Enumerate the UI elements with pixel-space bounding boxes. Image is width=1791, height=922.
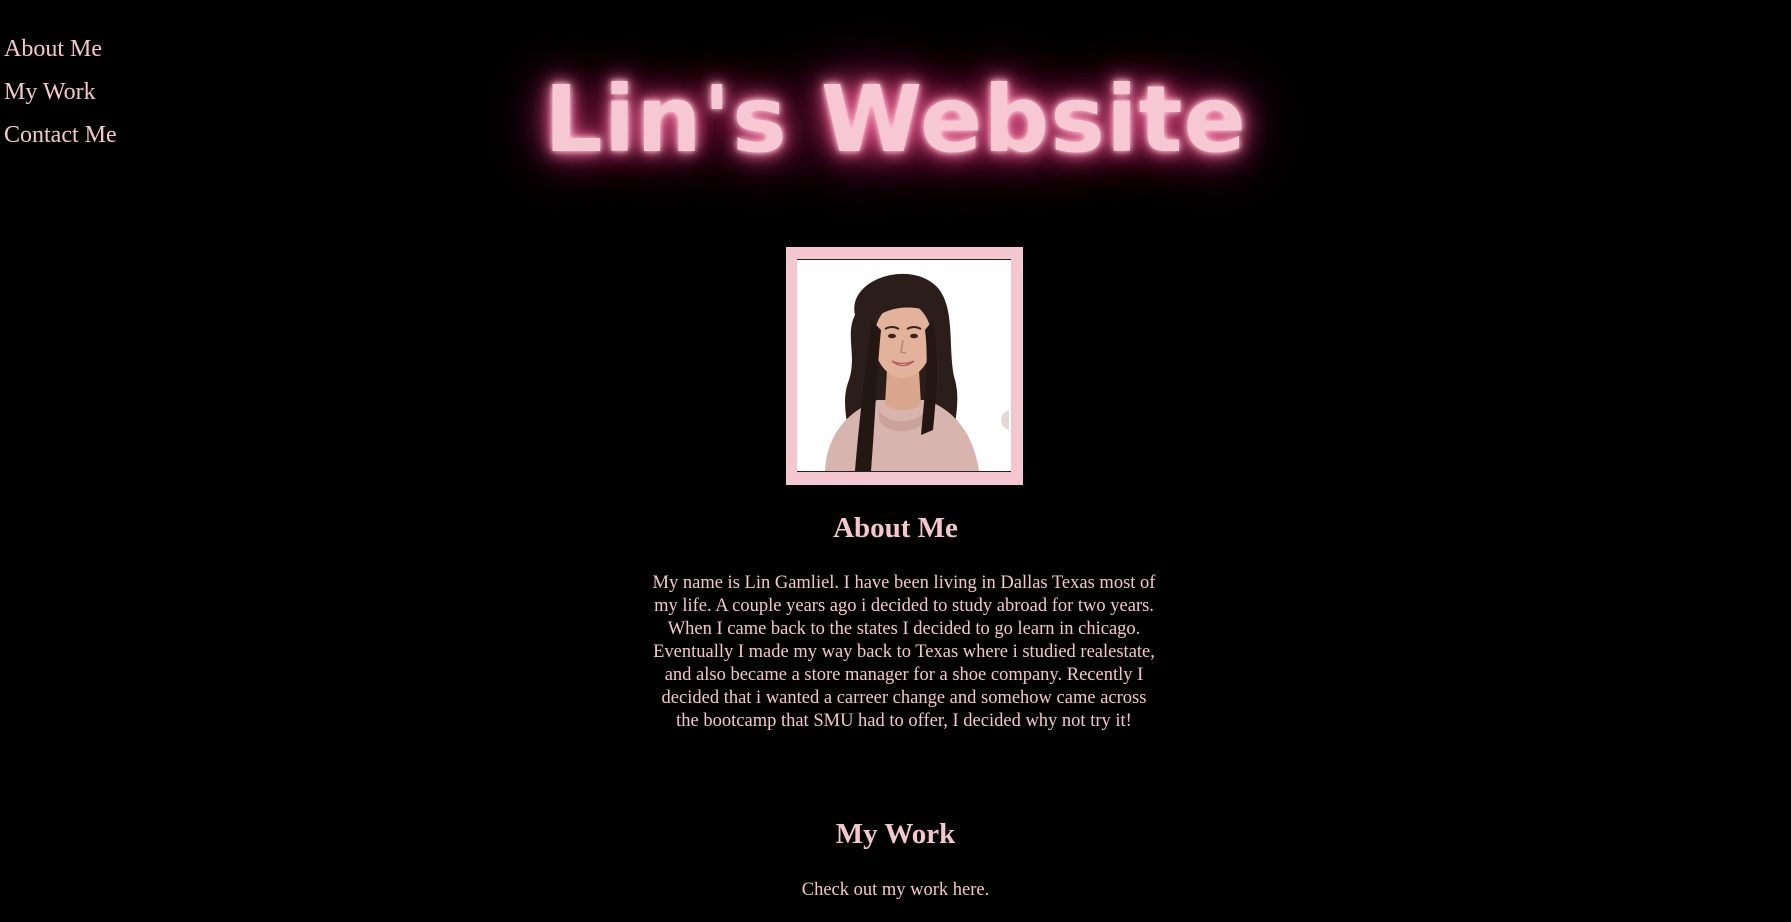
my-work-heading: My Work	[835, 818, 956, 850]
about-me-text: My name is Lin Gamliel. I have been livi…	[652, 573, 1156, 731]
about-me-heading: About Me	[833, 512, 958, 544]
site-title: Lin's Website	[544, 66, 1247, 173]
portrait-frame	[786, 247, 1023, 485]
my-work-text: Check out my work here.	[801, 880, 990, 900]
profile-photo	[797, 259, 1011, 472]
